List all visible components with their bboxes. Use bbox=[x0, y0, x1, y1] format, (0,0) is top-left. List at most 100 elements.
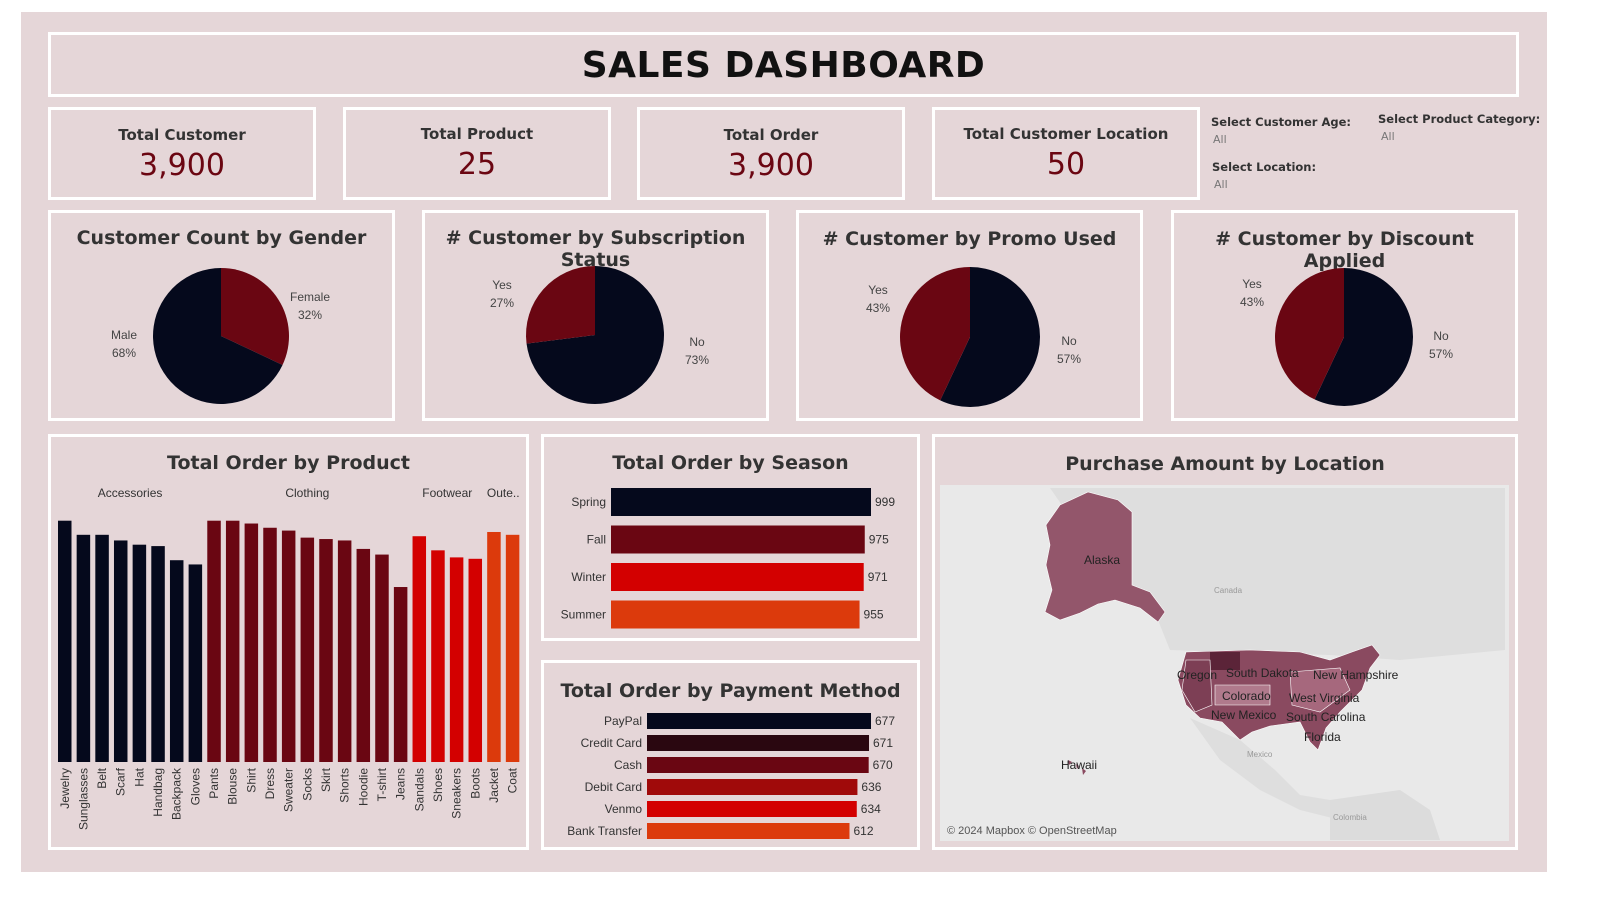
pie-label: Female bbox=[290, 290, 330, 304]
bar-gloves bbox=[188, 564, 203, 762]
bar-shirt bbox=[244, 523, 259, 762]
hbar-value-label: 670 bbox=[873, 758, 893, 772]
pie-label: Yes bbox=[868, 283, 888, 297]
hbar-category-label: Bank Transfer bbox=[567, 824, 642, 838]
bar-belt bbox=[95, 534, 109, 762]
bar-jewelry bbox=[58, 520, 72, 762]
pie-label: Yes bbox=[492, 278, 512, 292]
group-label: Oute.. bbox=[487, 486, 520, 500]
bar-tick-label: Hoodie bbox=[356, 768, 370, 806]
bar-tick-label: Dress bbox=[263, 768, 277, 799]
group-label: Accessories bbox=[98, 486, 163, 500]
bar-coat bbox=[505, 534, 520, 762]
pie-slice-yes bbox=[525, 266, 595, 344]
hbar-debit-card bbox=[647, 779, 858, 795]
bar-tick-label: Skirt bbox=[319, 767, 333, 792]
pie-label: No bbox=[689, 335, 705, 349]
hbar-category-label: Winter bbox=[571, 570, 606, 584]
hbar-summer bbox=[611, 600, 860, 629]
bar-tick-label: Jeans bbox=[394, 768, 408, 800]
pie-percent: 57% bbox=[1057, 352, 1081, 366]
bar-tick-label: Jacket bbox=[487, 767, 501, 802]
hbar-category-label: Cash bbox=[614, 758, 642, 772]
pie-percent: 43% bbox=[866, 301, 890, 315]
hbar-cash bbox=[647, 757, 869, 773]
pie-percent: 68% bbox=[112, 346, 136, 360]
bar-tick-label: Scarf bbox=[114, 767, 128, 796]
bar-sneakers bbox=[449, 557, 464, 762]
bar-shorts bbox=[337, 540, 352, 762]
bar-sunglasses bbox=[76, 534, 91, 762]
hbar-winter bbox=[611, 563, 864, 591]
bar-tick-label: Boots bbox=[468, 768, 482, 799]
pie-percent: 57% bbox=[1429, 347, 1453, 361]
bar-tick-label: Sandals bbox=[412, 768, 426, 811]
bar-tick-label: Jewelry bbox=[58, 768, 72, 809]
bar-tick-label: Backpack bbox=[170, 767, 184, 820]
hbar-category-label: Summer bbox=[561, 608, 606, 622]
bar-tick-label: Sneakers bbox=[450, 768, 464, 819]
hbar-category-label: PayPal bbox=[604, 714, 642, 728]
pie-percent: 32% bbox=[298, 308, 322, 322]
hbar-category-label: Credit Card bbox=[581, 736, 642, 750]
hbar-value-label: 612 bbox=[853, 824, 873, 838]
bar-tick-label: T-shirt bbox=[375, 767, 389, 801]
bar-hat bbox=[132, 544, 147, 762]
charts-svg: Female 32% Male 68% No 73% Yes 27% No 57% Yes 43% No… bbox=[58, 266, 1453, 839]
hbar-value-label: 971 bbox=[868, 570, 888, 584]
bar-backpack bbox=[169, 560, 184, 762]
bar-tick-label: Socks bbox=[300, 768, 314, 801]
hbar-fall bbox=[611, 525, 865, 554]
bar-tick-label: Shirt bbox=[244, 767, 258, 792]
bar-tick-label: Hat bbox=[132, 767, 146, 786]
bar-handbag bbox=[151, 546, 165, 762]
bar-boots bbox=[468, 558, 483, 762]
bar-t-shirt bbox=[375, 554, 389, 762]
bar-socks bbox=[300, 537, 315, 762]
hbar-category-label: Debit Card bbox=[585, 780, 642, 794]
hbar-paypal bbox=[647, 713, 871, 729]
pie-label: Male bbox=[111, 328, 137, 342]
bar-tick-label: Handbag bbox=[151, 768, 165, 817]
hbar-value-label: 975 bbox=[869, 533, 889, 547]
bar-dress bbox=[263, 527, 277, 762]
hbar-category-label: Venmo bbox=[605, 802, 643, 816]
bar-tick-label: Coat bbox=[506, 767, 520, 793]
bar-skirt bbox=[319, 539, 333, 762]
bar-tick-label: Blouse bbox=[226, 768, 240, 805]
hbar-value-label: 636 bbox=[861, 780, 881, 794]
bar-tick-label: Sweater bbox=[282, 768, 296, 812]
bar-jeans bbox=[393, 587, 408, 762]
hbar-category-label: Fall bbox=[587, 533, 606, 547]
bar-shoes bbox=[431, 550, 445, 762]
bar-hoodie bbox=[356, 548, 371, 762]
hbar-value-label: 634 bbox=[861, 802, 881, 816]
hbar-spring bbox=[611, 488, 871, 516]
hbar-value-label: 999 bbox=[875, 495, 895, 509]
pie-percent: 73% bbox=[685, 353, 709, 367]
pie-percent: 27% bbox=[490, 296, 514, 310]
bar-pants bbox=[207, 520, 221, 762]
bar-tick-label: Shoes bbox=[431, 768, 445, 802]
hbar-credit-card bbox=[647, 735, 870, 751]
bar-tick-label: Pants bbox=[207, 768, 221, 799]
group-label: Clothing bbox=[285, 486, 329, 500]
hbar-bank-transfer bbox=[647, 823, 850, 839]
bar-tick-label: Shorts bbox=[338, 768, 352, 803]
pie-label: No bbox=[1061, 334, 1077, 348]
bar-jacket bbox=[487, 531, 501, 762]
bar-tick-label: Belt bbox=[95, 767, 109, 788]
pie-label: Yes bbox=[1242, 277, 1262, 291]
bar-tick-label: Gloves bbox=[188, 768, 202, 805]
hbar-value-label: 955 bbox=[864, 608, 884, 622]
bar-tick-label: Sunglasses bbox=[76, 768, 90, 830]
pie-label: No bbox=[1433, 329, 1449, 343]
hbar-value-label: 677 bbox=[875, 714, 895, 728]
hbar-value-label: 671 bbox=[873, 736, 893, 750]
hbar-venmo bbox=[647, 801, 857, 817]
bar-blouse bbox=[225, 520, 240, 762]
pie-percent: 43% bbox=[1240, 295, 1264, 309]
bar-scarf bbox=[113, 540, 128, 762]
bar-sandals bbox=[412, 536, 427, 762]
hbar-category-label: Spring bbox=[571, 495, 606, 509]
